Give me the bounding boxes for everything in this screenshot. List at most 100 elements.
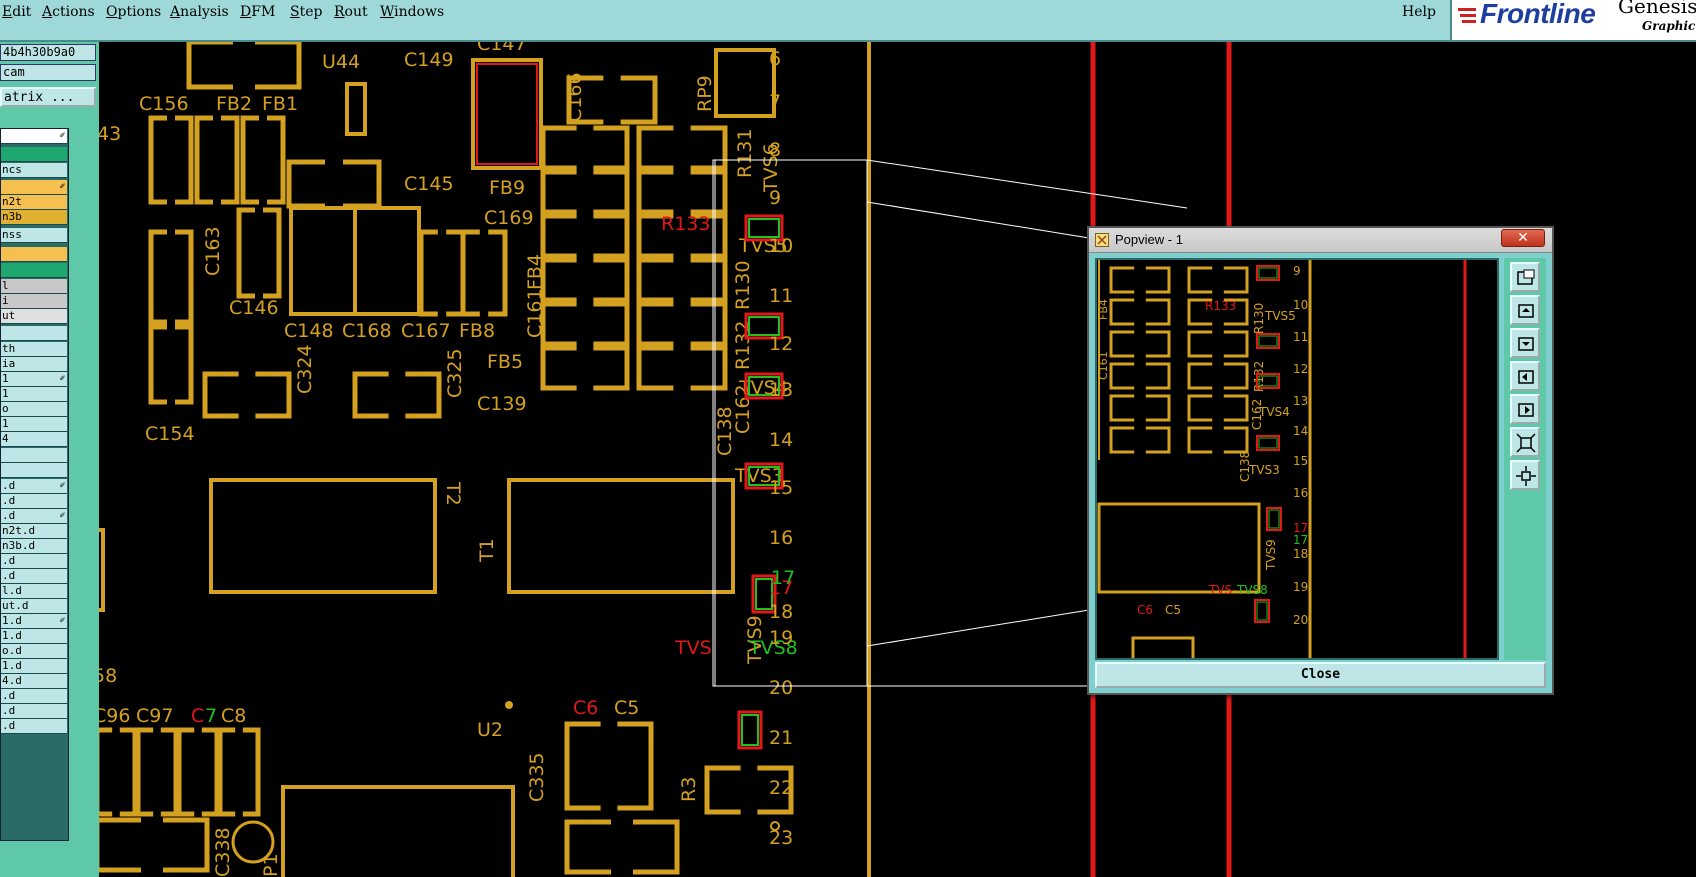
component-outline xyxy=(217,727,236,817)
component-outline xyxy=(593,169,630,215)
menu-options[interactable]: Options xyxy=(106,4,161,20)
component-outline xyxy=(617,721,654,811)
layer-row[interactable]: 4 xyxy=(1,432,67,447)
layer-row[interactable]: .d ✐ xyxy=(1,479,67,494)
layer-row[interactable]: .d xyxy=(1,689,67,704)
component-outline xyxy=(135,727,154,817)
layer-row[interactable]: .d xyxy=(1,719,67,734)
component-outline xyxy=(160,727,179,817)
step-name-field[interactable]: cam xyxy=(0,64,96,81)
refdes-label: C6 xyxy=(573,697,598,719)
pin-number: 12 xyxy=(769,333,793,355)
layer-row[interactable] xyxy=(1,448,67,463)
component-outline xyxy=(460,229,480,317)
popview-titlebar[interactable]: Popview - 1 ✕ xyxy=(1089,228,1552,253)
layer-row[interactable]: .d xyxy=(1,554,67,569)
layer-row[interactable]: ut xyxy=(1,309,67,324)
layer-row[interactable]: 1 xyxy=(1,417,67,432)
layer-name: ia xyxy=(2,357,16,370)
layer-row[interactable]: .d xyxy=(1,569,67,584)
component-outline xyxy=(148,319,167,405)
layer-row[interactable]: ✐ xyxy=(1,180,67,195)
menu-analysis[interactable]: Analysis xyxy=(170,4,229,20)
layer-row[interactable]: ia xyxy=(1,357,67,372)
layer-row[interactable] xyxy=(1,247,67,262)
layer-row[interactable]: nss xyxy=(1,228,67,243)
layer-row[interactable]: o.d xyxy=(1,644,67,659)
layer-name: o.d xyxy=(2,644,22,657)
layer-row[interactable]: 1 ✐ xyxy=(1,372,67,387)
layer-row[interactable]: th xyxy=(1,342,67,357)
layer-row[interactable]: n2t.d xyxy=(1,524,67,539)
layer-row[interactable]: n3b.d xyxy=(1,539,67,554)
pin-number: 17 xyxy=(771,567,795,589)
component-outline xyxy=(1223,394,1249,422)
zoom-leader xyxy=(866,159,1188,209)
refdes-label: C5 xyxy=(614,697,639,719)
layer-row[interactable]: .d xyxy=(1,704,67,719)
layer-row[interactable]: n2t xyxy=(1,195,67,210)
layer-row[interactable] xyxy=(1,263,67,278)
zoom-out-button[interactable] xyxy=(1510,328,1540,358)
window-icon xyxy=(1095,233,1109,247)
layer-name: 1 xyxy=(2,372,9,385)
component-outline xyxy=(209,478,437,594)
menu-actions[interactable]: Actions xyxy=(42,4,95,20)
pin-number: 18 xyxy=(1293,547,1308,561)
zoom-center-button[interactable] xyxy=(1510,460,1540,490)
layer-row[interactable]: .d xyxy=(1,494,67,509)
layer-row[interactable]: .d ✐ xyxy=(1,509,67,524)
layer-row[interactable]: n3b xyxy=(1,210,67,225)
zoom-home-button[interactable] xyxy=(1510,427,1540,457)
refdes-label: 7 xyxy=(205,705,217,727)
pan-left-button[interactable] xyxy=(1510,361,1540,391)
window-close-icon[interactable]: ✕ xyxy=(1501,229,1545,247)
zoom-in-button[interactable] xyxy=(1510,295,1540,325)
popview-board[interactable]: 9101112131415161717181920R133TVS5R130R13… xyxy=(1097,260,1497,670)
layer-row[interactable]: o xyxy=(1,402,67,417)
component-outline xyxy=(1109,330,1135,358)
pin-number: 15 xyxy=(1293,454,1308,468)
refdes-label: C139 xyxy=(477,393,527,415)
menu-step[interactable]: Step xyxy=(290,4,322,20)
layer-row[interactable]: i xyxy=(1,294,67,309)
component-outline xyxy=(255,39,302,90)
component-outline xyxy=(593,213,630,259)
component-outline xyxy=(690,345,728,391)
menu-help[interactable]: Help xyxy=(1402,4,1436,20)
layer-row[interactable] xyxy=(1,326,67,341)
layer-row[interactable]: 4.d xyxy=(1,674,67,689)
refdes-label: R130 xyxy=(1252,303,1266,334)
zoom-fit-button[interactable] xyxy=(1510,262,1540,292)
menu-windows[interactable]: Windows xyxy=(380,4,444,20)
layer-row[interactable]: 1.d xyxy=(1,659,67,674)
refdes-label: C162 xyxy=(1250,399,1264,430)
menu-dfm[interactable]: DFM xyxy=(240,4,275,20)
job-name-field[interactable]: 4b4h30b9a0 xyxy=(0,44,96,61)
layer-row[interactable]: 1 xyxy=(1,387,67,402)
menu-edit[interactable]: Edit xyxy=(2,4,31,20)
layer-row[interactable]: ut.d xyxy=(1,599,67,614)
matrix-button[interactable]: atrix ... xyxy=(0,87,96,107)
layer-row[interactable] xyxy=(1,463,67,478)
refdes-label: 58 xyxy=(99,665,117,687)
layer-panel: 4b4h30b9a0 cam atrix ... ✐ ncs ✐ n2t n3b nss l… xyxy=(0,42,99,877)
popview-zoom-view[interactable]: 9 10 11 12 13 14 15 16 17 17 18 19 20 R133 TVS5 R130 R13… xyxy=(1095,258,1499,670)
layer-row[interactable]: l.d xyxy=(1,584,67,599)
layer-row[interactable]: l xyxy=(1,279,67,294)
popview-close-button[interactable]: Close xyxy=(1095,662,1546,688)
layer-row[interactable]: ✐ xyxy=(1,129,67,144)
layer-name: ut.d xyxy=(2,599,29,612)
layer-row[interactable] xyxy=(1,147,67,162)
layer-row[interactable]: 1.d ✐ xyxy=(1,614,67,629)
refdes-label: FB5 xyxy=(487,351,523,373)
fiducial xyxy=(505,701,513,709)
pan-right-button[interactable] xyxy=(1510,394,1540,424)
layer-list: ✐ ncs ✐ n2t n3b nss l i ut th ia 1 ✐ 1 o 1 4 .d ✐ .d .d ✐ n2t.… xyxy=(0,128,69,841)
menu-rout[interactable]: Rout xyxy=(334,4,368,20)
layer-row[interactable]: 1.d xyxy=(1,629,67,644)
layer-row[interactable]: ncs xyxy=(1,163,67,178)
component-outline xyxy=(564,721,601,811)
component-outline xyxy=(1131,636,1195,670)
component-outline xyxy=(471,58,543,170)
